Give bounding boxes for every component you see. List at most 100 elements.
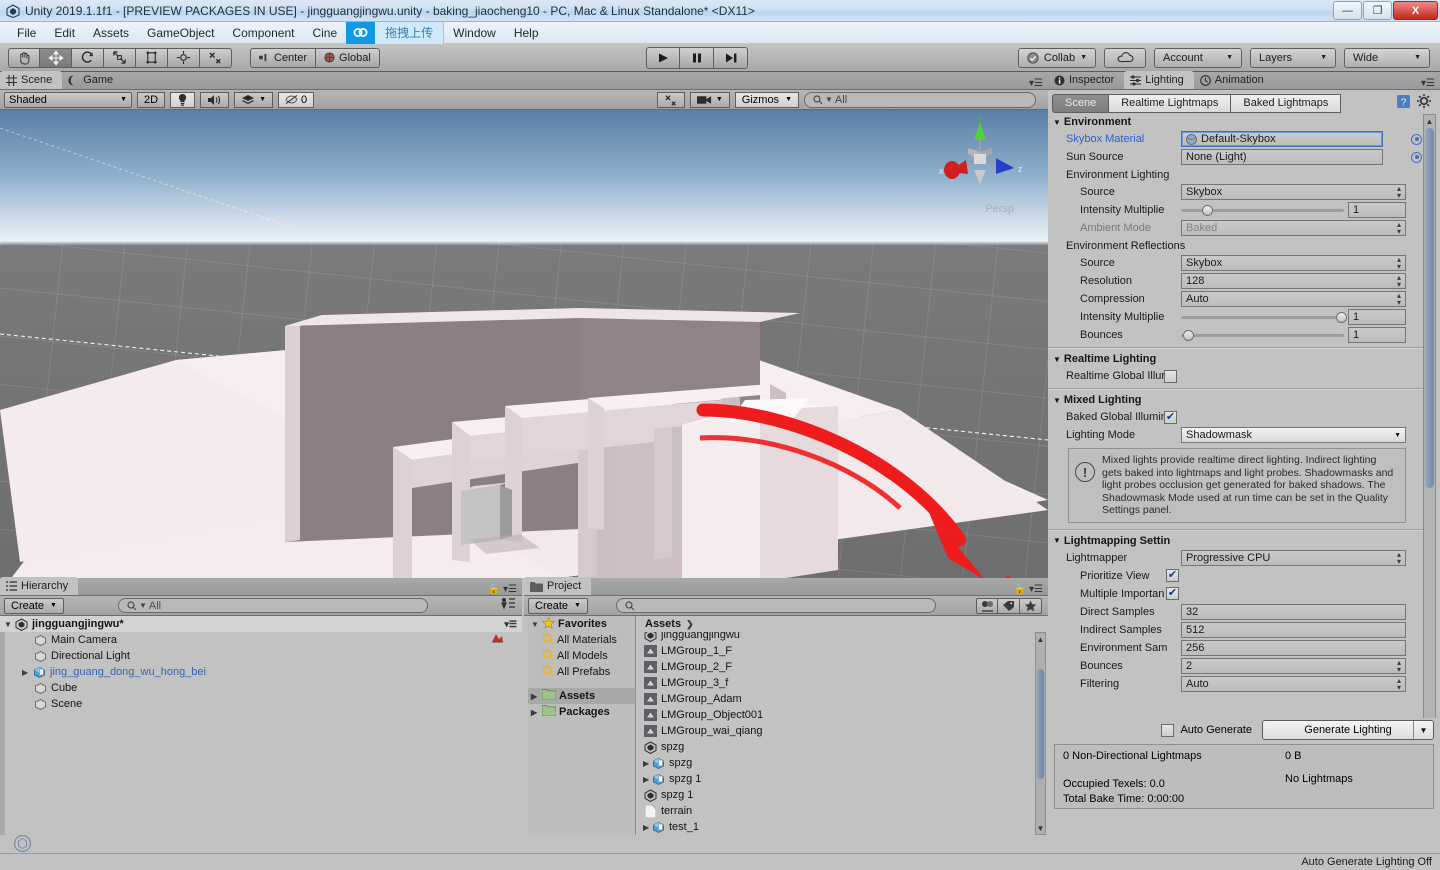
section-mixed-lighting[interactable]: ▼ Mixed Lighting bbox=[1048, 392, 1428, 408]
cloud-upload-icon[interactable] bbox=[346, 21, 376, 44]
collapse-arrow-icon[interactable]: ▼ bbox=[1053, 396, 1061, 405]
multiple-importance-checkbox[interactable]: ✔ bbox=[1166, 587, 1179, 600]
light-bulb-icon[interactable] bbox=[170, 91, 196, 108]
asset-row[interactable]: LMGroup_wai_qiang bbox=[637, 723, 1035, 739]
asset-row[interactable]: spzg 1 bbox=[637, 787, 1035, 803]
lighting-tab-realtime-lightmaps[interactable]: Realtime Lightmaps bbox=[1109, 93, 1232, 113]
tab-hierarchy[interactable]: Hierarchy bbox=[0, 577, 79, 595]
maximize-button[interactable]: ❐ bbox=[1363, 1, 1392, 20]
field-realtime-gi[interactable]: Realtime Global Illur bbox=[1048, 367, 1428, 385]
rotate-tool-icon[interactable] bbox=[72, 47, 104, 68]
hidden-objects-toggle[interactable]: 0 bbox=[278, 91, 315, 108]
filter-by-label-icon[interactable] bbox=[998, 597, 1020, 614]
skybox-material-field[interactable]: Default-Skybox bbox=[1181, 131, 1383, 147]
tab-lighting[interactable]: Lighting bbox=[1124, 71, 1194, 89]
section-realtime-lighting[interactable]: ▼ Realtime Lighting bbox=[1048, 351, 1428, 367]
hierarchy-item-jing-guang-dong-wu-hong-bei[interactable]: ▶ jing_guang_dong_wu_hong_bei bbox=[0, 664, 522, 680]
refl-intensity-value[interactable]: 1 bbox=[1348, 309, 1406, 325]
sun-source-picker-icon[interactable] bbox=[1411, 151, 1422, 163]
project-asset-list[interactable]: jingguangjingwu LMGroup_1_F LMGroup_2_F … bbox=[637, 632, 1035, 835]
slider-knob[interactable] bbox=[1335, 311, 1347, 323]
scrollbar-thumb[interactable] bbox=[1037, 669, 1044, 779]
hierarchy-item-directional-light[interactable]: Directional Light bbox=[0, 648, 522, 664]
asset-row[interactable]: LMGroup_1_F bbox=[637, 643, 1035, 659]
refl-source-dropdown[interactable]: Skybox ▴ ▾ bbox=[1181, 255, 1406, 271]
expand-arrow-icon[interactable]: ▶ bbox=[637, 823, 651, 832]
breadcrumb[interactable]: Assets ❯ bbox=[637, 616, 1048, 632]
collab-button[interactable]: Collab ▼ bbox=[1018, 47, 1096, 68]
section-lightmapping-settings[interactable]: ▼ Lightmapping Settin bbox=[1048, 533, 1428, 549]
refl-bounces-value[interactable]: 1 bbox=[1348, 327, 1406, 343]
field-environment-samples[interactable]: Environment Sam 256 bbox=[1048, 639, 1428, 657]
toggle-2d-button[interactable]: 2D bbox=[137, 91, 166, 108]
collapse-arrow-icon[interactable]: ▼ bbox=[1053, 118, 1061, 127]
scene-orientation-gizmo[interactable]: y x z bbox=[934, 112, 1026, 208]
field-skybox-material[interactable]: Skybox Material Default-Skybox bbox=[1048, 130, 1428, 148]
hierarchy-item-scene[interactable]: Scene bbox=[0, 696, 522, 712]
field-refl-resolution[interactable]: Resolution 128 ▴ ▾ bbox=[1048, 272, 1428, 290]
tab-animation[interactable]: Animation bbox=[1194, 71, 1274, 89]
menu-gameobject[interactable]: GameObject bbox=[138, 24, 223, 42]
shading-mode-dropdown[interactable]: Shaded ▼ bbox=[4, 91, 132, 108]
project-favorite-all-prefabs[interactable]: All Prefabs bbox=[528, 664, 635, 680]
asset-row[interactable]: ▶ spzg 1 bbox=[637, 771, 1035, 787]
hierarchy-create-button[interactable]: Create ▼ bbox=[4, 597, 64, 614]
generate-lighting-button[interactable]: Generate Lighting ▼ bbox=[1262, 720, 1434, 740]
field-refl-intensity[interactable]: Intensity Multiplie 1 bbox=[1048, 308, 1428, 326]
prioritize-view-checkbox[interactable]: ✔ bbox=[1166, 569, 1179, 582]
field-baked-gi[interactable]: Baked Global Illumin ✔ bbox=[1048, 408, 1428, 426]
hierarchy-item-main-camera[interactable]: Main Camera bbox=[0, 632, 522, 648]
project-panel-menu-icon[interactable]: 🔒 ▾☰ bbox=[1014, 584, 1048, 595]
menu-edit[interactable]: Edit bbox=[45, 24, 84, 42]
hierarchy-scene-root[interactable]: ▼ jingguangjingwu* ▾☰ bbox=[0, 616, 522, 632]
menu-assets[interactable]: Assets bbox=[84, 24, 138, 42]
menu-window[interactable]: Window bbox=[444, 24, 505, 42]
rect-tool-icon[interactable] bbox=[136, 47, 168, 68]
chevron-down-icon[interactable]: ▼ bbox=[1413, 721, 1433, 739]
lighting-settings-body[interactable]: ▼ Environment Skybox Material Default-Sk… bbox=[1048, 114, 1428, 807]
field-bounces[interactable]: Bounces 2 ▴ ▾ bbox=[1048, 657, 1428, 675]
indirect-samples-input[interactable]: 512 bbox=[1181, 621, 1406, 638]
scene-search-input[interactable]: ▼ All bbox=[804, 91, 1036, 108]
tab-inspector[interactable]: Inspector bbox=[1048, 71, 1124, 89]
hierarchy-tree[interactable]: ▼ jingguangjingwu* ▾☰ Main Camera Direct… bbox=[0, 616, 522, 853]
asset-list-vertical-scrollbar[interactable]: ▲ ▼ bbox=[1035, 632, 1046, 835]
realtime-gi-checkbox[interactable] bbox=[1164, 369, 1177, 383]
scene-fx-icon[interactable]: ▼ bbox=[234, 91, 273, 108]
scale-tool-icon[interactable] bbox=[104, 47, 136, 68]
lighting-tab-baked-lightmaps[interactable]: Baked Lightmaps bbox=[1231, 93, 1342, 113]
field-lighting-mode[interactable]: Lighting Mode Shadowmask ▼ bbox=[1048, 426, 1428, 444]
asset-row[interactable]: LMGroup_3_f bbox=[637, 675, 1035, 691]
field-multiple-importance[interactable]: Multiple Importan ✔ bbox=[1048, 585, 1428, 603]
scene-camera-icon[interactable]: ▼ bbox=[689, 91, 730, 108]
scrollbar-thumb[interactable] bbox=[1425, 128, 1434, 488]
scroll-up-arrow-icon[interactable]: ▲ bbox=[1424, 115, 1435, 127]
asset-row[interactable]: LMGroup_2_F bbox=[637, 659, 1035, 675]
custom-tool-icon[interactable] bbox=[200, 47, 232, 68]
minimize-button[interactable]: — bbox=[1333, 1, 1362, 20]
asset-row[interactable]: ▶ test_1 bbox=[637, 819, 1035, 835]
asset-row[interactable]: spzg bbox=[637, 739, 1035, 755]
expand-arrow-icon[interactable]: ▶ bbox=[637, 775, 651, 784]
scene-tools-icon[interactable] bbox=[656, 91, 685, 108]
project-folder-packages[interactable]: ▶ Packages bbox=[528, 704, 635, 720]
tab-project[interactable]: Project bbox=[524, 577, 592, 595]
scene-3d-viewport[interactable]: y x z Persp 关注微信公众号：V2_zxw 4. bbox=[0, 110, 1048, 578]
scene-row-menu-icon[interactable]: ▾☰ bbox=[504, 619, 522, 630]
field-lightmapper[interactable]: Lightmapper Progressive CPU ▴ ▾ bbox=[1048, 549, 1428, 567]
field-filtering[interactable]: Filtering Auto ▴ ▾ bbox=[1048, 675, 1428, 693]
space-mode-button[interactable]: Global bbox=[316, 47, 380, 68]
audio-speaker-icon[interactable] bbox=[200, 91, 230, 108]
refl-compression-dropdown[interactable]: Auto ▴ ▾ bbox=[1181, 291, 1406, 307]
field-prioritize-view[interactable]: Prioritize View ✔ bbox=[1048, 567, 1428, 585]
filtering-dropdown[interactable]: Auto ▴ ▾ bbox=[1181, 675, 1406, 692]
projection-mode-label[interactable]: Persp bbox=[985, 203, 1014, 215]
play-button[interactable] bbox=[646, 46, 680, 69]
inspector-panel-menu-icon[interactable]: ▾☰ bbox=[1421, 78, 1440, 89]
field-env-source[interactable]: Source Skybox ▴ ▾ bbox=[1048, 183, 1428, 201]
hierarchy-search-input[interactable]: ▼ All bbox=[117, 598, 428, 613]
tab-game[interactable]: Game bbox=[62, 71, 123, 89]
filter-by-type-icon[interactable] bbox=[976, 597, 998, 614]
scene-panel-menu-icon[interactable]: ▾☰ bbox=[1029, 78, 1048, 89]
gear-icon[interactable] bbox=[1417, 94, 1432, 112]
